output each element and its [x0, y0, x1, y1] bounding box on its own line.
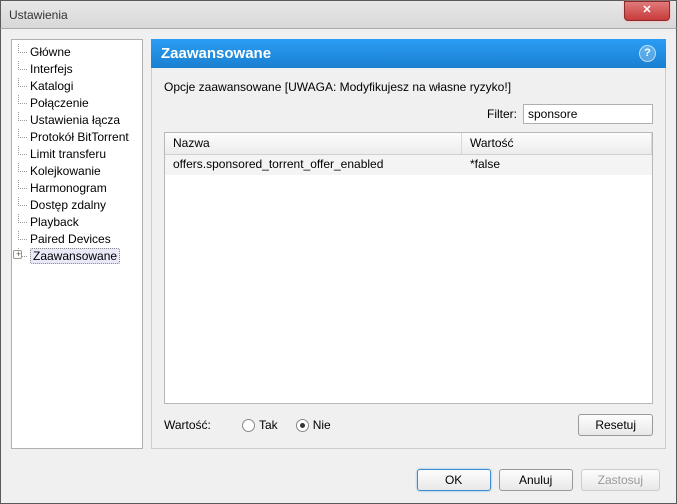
tree-item-label: Protokół BitTorrent [30, 130, 129, 144]
window-title: Ustawienia [9, 8, 68, 22]
tree-item[interactable]: Połączenie [12, 95, 142, 112]
row-value: *false [462, 155, 652, 175]
tree-item-label: Zaawansowane [30, 248, 120, 264]
tree-item-label: Główne [30, 45, 71, 59]
ok-button[interactable]: OK [417, 469, 491, 491]
tree-item-label: Połączenie [30, 96, 89, 110]
radio-no[interactable]: Nie [296, 418, 331, 432]
tree-item-label: Katalogi [30, 79, 73, 93]
tree-item[interactable]: Playback [12, 214, 142, 231]
panel-title: Zaawansowane [161, 45, 271, 62]
tree-item[interactable]: Limit transferu [12, 146, 142, 163]
titlebar: Ustawienia ✕ [0, 0, 677, 28]
filter-input[interactable] [523, 104, 653, 124]
cancel-button[interactable]: Anuluj [499, 469, 573, 491]
tree-item[interactable]: Harmonogram [12, 180, 142, 197]
tree-item-label: Harmonogram [30, 181, 107, 195]
tree-item[interactable]: Dostęp zdalny [12, 197, 142, 214]
tree-item[interactable]: Protokół BitTorrent [12, 129, 142, 146]
table-row[interactable]: offers.sponsored_torrent_offer_enabled *… [165, 155, 652, 175]
radio-yes-icon [242, 419, 255, 432]
filter-label: Filter: [487, 107, 517, 121]
radio-no-icon [296, 419, 309, 432]
tree-item[interactable]: Katalogi [12, 78, 142, 95]
tree-item-label: Paired Devices [30, 232, 111, 246]
warning-text: Opcje zaawansowane [UWAGA: Modyfikujesz … [164, 80, 653, 94]
tree-item[interactable]: Interfejs [12, 61, 142, 78]
expand-icon[interactable]: + [13, 250, 22, 259]
category-tree[interactable]: Główne Interfejs Katalogi Połączenie Ustawie… [11, 39, 143, 449]
value-label: Wartość: [164, 418, 224, 432]
help-icon[interactable]: ? [639, 45, 656, 62]
radio-no-label: Nie [313, 418, 331, 432]
col-value[interactable]: Wartość [462, 133, 652, 154]
tree-item[interactable]: Paired Devices [12, 231, 142, 248]
tree-item-label: Limit transferu [30, 147, 106, 161]
radio-yes-label: Tak [259, 418, 278, 432]
tree-item[interactable]: Kolejkowanie [12, 163, 142, 180]
tree-item[interactable]: + Zaawansowane [12, 248, 142, 265]
tree-item-label: Interfejs [30, 62, 73, 76]
panel-header: Zaawansowane ? [151, 39, 666, 68]
tree-item-label: Dostęp zdalny [30, 198, 106, 212]
reset-button[interactable]: Resetuj [578, 414, 653, 436]
apply-button: Zastosuj [581, 469, 660, 491]
tree-item[interactable]: Ustawienia łącza [12, 112, 142, 129]
tree-item[interactable]: Główne [12, 44, 142, 61]
tree-item-label: Ustawienia łącza [30, 113, 120, 127]
tree-item-label: Kolejkowanie [30, 164, 101, 178]
close-button[interactable]: ✕ [624, 1, 670, 21]
row-name: offers.sponsored_torrent_offer_enabled [165, 155, 462, 175]
col-name[interactable]: Nazwa [165, 133, 462, 154]
tree-item-label: Playback [30, 215, 79, 229]
settings-table[interactable]: Nazwa Wartość offers.sponsored_torrent_o… [164, 132, 653, 404]
radio-yes[interactable]: Tak [242, 418, 278, 432]
